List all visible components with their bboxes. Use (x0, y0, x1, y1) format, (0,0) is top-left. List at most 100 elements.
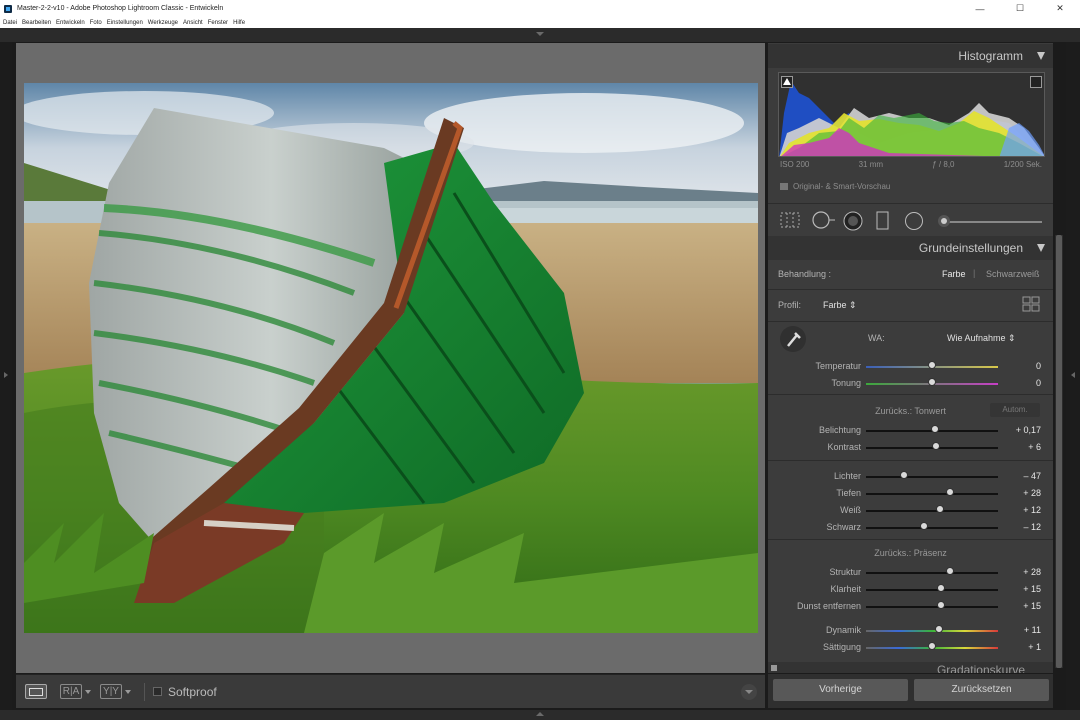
tonung-slider-thumb[interactable] (928, 378, 936, 386)
previous-button[interactable]: Vorherige (773, 679, 908, 701)
image-view[interactable] (16, 43, 765, 673)
radial-filter-icon[interactable] (904, 211, 924, 231)
wb-eyedropper-icon[interactable] (779, 325, 807, 353)
shadow-clipping-indicator[interactable] (781, 76, 793, 88)
klarheit-track[interactable] (866, 589, 998, 591)
temperatur-slider-thumb[interactable] (928, 361, 936, 369)
toolbar-divider (144, 682, 145, 701)
scrollbar-thumb[interactable] (1056, 235, 1062, 668)
slider-label: Sättigung (822, 642, 861, 652)
red-eye-icon[interactable] (843, 211, 863, 231)
slider-value[interactable]: + 12 (1023, 505, 1041, 515)
dynamik-track[interactable] (866, 630, 998, 632)
presence-reset-button[interactable]: Zurücks.: Präsenz (768, 548, 1053, 558)
lichter-track[interactable] (866, 476, 998, 478)
slider-value[interactable]: + 15 (1023, 601, 1041, 611)
histogram-header[interactable]: Histogramm (768, 44, 1053, 68)
dunst-track[interactable] (866, 606, 998, 608)
menu-bearbeiten[interactable]: Bearbeiten (22, 20, 51, 26)
profile-dropdown[interactable]: Farbe ⇕ (823, 300, 857, 311)
slider-value[interactable]: + 0,17 (1016, 425, 1041, 435)
basic-title: Grundeinstellungen (918, 241, 1023, 255)
treatment-bw-option[interactable]: Schwarzweiß (986, 269, 1040, 279)
slider-value[interactable]: + 11 (1024, 625, 1041, 635)
tone-curve-header-partial[interactable]: Gradationskurve (768, 662, 1053, 673)
menu-hilfe[interactable]: Hilfe (233, 20, 245, 26)
slider-value[interactable]: 0 (1036, 378, 1041, 388)
slider-value[interactable]: + 6 (1028, 442, 1041, 452)
slider-row-weiss: Weiß + 12 (768, 501, 1053, 519)
slider-value[interactable]: + 1 (1028, 642, 1041, 652)
bottom-panel-toggle[interactable] (0, 710, 1080, 720)
photo-boat (24, 83, 758, 633)
crop-grid-icon[interactable] (780, 211, 800, 229)
before-after-split-button[interactable]: Y|Y (100, 684, 122, 699)
menu-fenster[interactable]: Fenster (208, 20, 228, 26)
before-after-button[interactable]: R|A (60, 684, 82, 699)
slider-label: Klarheit (830, 584, 861, 594)
slider-value[interactable]: + 28 (1023, 488, 1041, 498)
slider-row-tonung: Tonung 0 (768, 374, 1053, 392)
smart-preview-status[interactable]: Original- & Smart-Vorschau (780, 182, 890, 191)
slider-label: Kontrast (827, 442, 861, 452)
collapse-top-icon (536, 32, 544, 36)
menu-foto[interactable]: Foto (90, 20, 102, 26)
highlight-clipping-indicator[interactable] (1030, 76, 1042, 88)
struktur-track[interactable] (866, 572, 998, 574)
treatment-color-option[interactable]: Farbe (942, 269, 966, 279)
loupe-view-button[interactable] (25, 684, 47, 699)
before-after-dropdown-icon[interactable] (85, 689, 91, 694)
menu-entwickeln[interactable]: Entwickeln (56, 20, 85, 26)
maximize-button[interactable]: ☐ (1000, 0, 1040, 17)
close-button[interactable]: ✕ (1040, 0, 1080, 17)
left-panel-toggle[interactable] (0, 42, 12, 714)
divider (768, 289, 1053, 290)
expand-left-icon (4, 372, 8, 378)
kontrast-slider-thumb[interactable] (931, 442, 940, 450)
smart-preview-label: Original- & Smart-Vorschau (793, 182, 891, 191)
wb-row: WA: Wie Aufnahme ⇕ (768, 326, 1053, 352)
slider-row-lichter: Lichter – 47 (768, 467, 1053, 485)
divider (768, 321, 1053, 322)
weiss-slider-thumb[interactable] (935, 505, 944, 513)
slider-row-klarheit: Klarheit + 15 (768, 580, 1053, 598)
graduated-filter-icon[interactable] (876, 211, 890, 231)
divider (768, 460, 1053, 461)
menu-ansicht[interactable]: Ansicht (183, 20, 203, 26)
brush-slider-track[interactable] (944, 221, 1042, 223)
develop-right-panel: Histogramm ISO 200 31 mm ƒ / 8,0 1/200 S… (768, 43, 1053, 673)
slider-value[interactable]: + 15 (1023, 584, 1041, 594)
panel-scrollbar[interactable] (1055, 235, 1063, 668)
adjustment-brush-icon[interactable] (936, 211, 952, 231)
menu-datei[interactable]: Datei (3, 20, 17, 26)
histogram-graph[interactable] (778, 72, 1045, 157)
weiss-track[interactable] (866, 510, 998, 512)
menu-werkzeuge[interactable]: Werkzeuge (148, 20, 178, 26)
dynamik-slider-thumb[interactable] (934, 625, 943, 633)
minimize-button[interactable]: — (960, 0, 1000, 17)
split-dropdown-icon[interactable] (125, 689, 131, 694)
slider-value[interactable]: 0 (1036, 361, 1041, 371)
spot-removal-icon[interactable] (812, 211, 836, 229)
tiefen-track[interactable] (866, 493, 998, 495)
belichtung-slider-thumb[interactable] (930, 425, 939, 433)
toolbar-content-dropdown[interactable] (741, 683, 757, 700)
saettigung-slider-thumb[interactable] (928, 642, 936, 650)
top-panel-toggle[interactable] (0, 28, 1080, 42)
auto-tone-button[interactable]: Autom. (990, 403, 1040, 417)
menu-einstellungen[interactable]: Einstellungen (107, 20, 143, 26)
softproof-checkbox[interactable] (153, 687, 162, 696)
panel-switch-icon[interactable] (771, 665, 777, 671)
wb-preset-dropdown[interactable]: Wie Aufnahme ⇕ (947, 333, 1016, 344)
histogram-title: Histogramm (958, 49, 1023, 63)
basic-header[interactable]: Grundeinstellungen (768, 236, 1053, 260)
right-panel-edge[interactable] (1066, 42, 1080, 714)
schwarz-track[interactable] (866, 527, 998, 529)
shutter-speed: 1/200 Sek. (1003, 160, 1042, 169)
expand-filmstrip-icon (536, 712, 544, 716)
profile-browser-icon[interactable] (1022, 296, 1040, 312)
slider-value[interactable]: – 12 (1023, 522, 1041, 532)
reset-button[interactable]: Zurücksetzen (914, 679, 1049, 701)
slider-value[interactable]: – 47 (1023, 471, 1041, 481)
slider-value[interactable]: + 28 (1023, 567, 1041, 577)
